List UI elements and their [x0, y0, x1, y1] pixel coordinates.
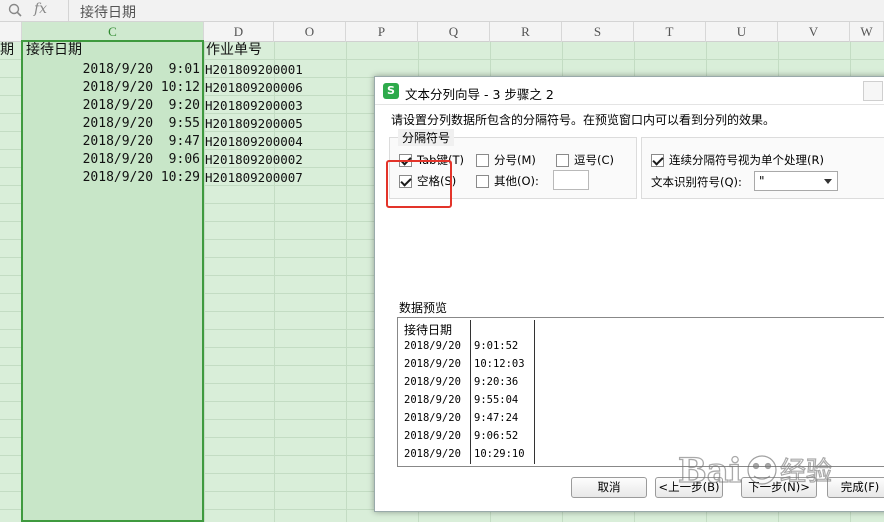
formula-bar: fx 接待日期	[0, 0, 884, 22]
column-header-b[interactable]	[0, 22, 22, 42]
preview-cell: 2018/9/20	[404, 448, 461, 460]
cell-id[interactable]: H201809200007	[205, 169, 303, 187]
preview-cell: 2018/9/20	[404, 358, 461, 370]
dialog-title: 文本分列向导 - 3 步骤之 2	[405, 87, 554, 102]
preview-cell: 2018/9/20	[404, 340, 461, 352]
cancel-button[interactable]: 取消	[571, 477, 647, 498]
comma-checkbox[interactable]: 逗号(C)	[556, 152, 614, 168]
column-header-w[interactable]: W	[850, 22, 884, 42]
cell-date[interactable]: 2018/9/20 10:12	[22, 79, 200, 97]
cell-id[interactable]: H201809200005	[205, 115, 303, 133]
preview-header: 接待日期	[404, 323, 453, 337]
preview-cell: 2018/9/20	[404, 412, 461, 424]
preview-column-divider	[534, 320, 535, 464]
preview-label: 数据预览	[399, 301, 448, 315]
cell-id[interactable]: H201809200001	[205, 61, 303, 79]
column-header-o[interactable]: O	[274, 22, 346, 42]
qualifier-label: 文本识别符号(Q):	[651, 175, 742, 189]
comma-label: 逗号(C)	[574, 153, 615, 167]
cell-d-header[interactable]: 作业单号	[206, 41, 262, 59]
cell-id[interactable]: H201809200002	[205, 151, 303, 169]
cell-date[interactable]: 2018/9/20 9:01	[22, 61, 200, 79]
column-header-u[interactable]: U	[706, 22, 778, 42]
column-header-s[interactable]: S	[562, 22, 634, 42]
grid-line	[346, 42, 347, 522]
preview-column-divider	[470, 320, 471, 464]
dialog-instruction: 请设置分列数据所包含的分隔符号。在预览窗口内可以看到分列的效果。	[391, 113, 776, 127]
preview-cell: 2018/9/20	[404, 376, 461, 388]
cell-id[interactable]: H201809200003	[205, 97, 303, 115]
checkbox-icon[interactable]	[476, 174, 489, 188]
other-label: 其他(O):	[494, 174, 539, 188]
column-header-d[interactable]: D	[204, 22, 274, 42]
preview-cell: 9:01:52	[474, 340, 519, 352]
column-header-r[interactable]: R	[490, 22, 562, 42]
cell-date[interactable]: 2018/9/20 10:29	[22, 169, 200, 187]
semicolon-label: 分号(M)	[494, 153, 536, 167]
checkbox-icon[interactable]	[556, 153, 569, 167]
column-header-row: C D O P Q R S T U V W	[0, 22, 884, 42]
formula-input[interactable]: 接待日期	[80, 2, 136, 22]
semicolon-checkbox[interactable]: 分号(M)	[476, 152, 536, 168]
cell-date[interactable]: 2018/9/20 9:20	[22, 97, 200, 115]
baidu-jingyan-watermark-logo: Bai 经验	[677, 450, 832, 491]
preview-cell: 9:47:24	[474, 412, 519, 424]
preview-cell: 9:20:36	[474, 376, 519, 388]
other-checkbox[interactable]: 其他(O):	[476, 173, 539, 189]
preview-cell: 9:06:52	[474, 430, 519, 442]
annotation-highlight-box	[386, 160, 452, 208]
cell-partial-header[interactable]: 期	[0, 41, 14, 59]
preview-cell: 2018/9/20	[404, 430, 461, 442]
other-delimiter-input[interactable]	[553, 170, 589, 190]
qualifier-value: "	[759, 174, 765, 188]
checkbox-checked-icon[interactable]	[651, 153, 664, 167]
dialog-titlebar[interactable]: S 文本分列向导 - 3 步骤之 2	[375, 77, 884, 105]
svg-text:经验: 经验	[780, 457, 832, 487]
column-header-v[interactable]: V	[778, 22, 850, 42]
column-header-c[interactable]: C	[22, 22, 204, 42]
zoom-icon[interactable]	[8, 3, 22, 17]
preview-cell: 9:55:04	[474, 394, 519, 406]
preview-cell: 10:12:03	[474, 358, 525, 370]
formula-bar-separator	[68, 0, 69, 22]
checkbox-icon[interactable]	[476, 153, 489, 167]
preview-cell: 10:29:10	[474, 448, 525, 460]
dialog-close-button[interactable]	[863, 81, 883, 101]
cell-date[interactable]: 2018/9/20 9:55	[22, 115, 200, 133]
cell-c-header[interactable]: 接待日期	[26, 41, 82, 59]
chevron-down-icon	[824, 179, 832, 184]
consecutive-label: 连续分隔符号视为单个处理(R)	[669, 153, 824, 167]
delimiter-group-title: 分隔符号	[398, 129, 455, 146]
preview-cell: 2018/9/20	[404, 394, 461, 406]
wps-app-icon: S	[383, 83, 399, 99]
cell-id[interactable]: H201809200006	[205, 79, 303, 97]
column-header-t[interactable]: T	[634, 22, 706, 42]
cell-date[interactable]: 2018/9/20 9:06	[22, 151, 200, 169]
column-header-q[interactable]: Q	[418, 22, 490, 42]
cell-date[interactable]: 2018/9/20 9:47	[22, 133, 200, 151]
svg-text:Bai: Bai	[678, 451, 742, 491]
cell-id[interactable]: H201809200004	[205, 133, 303, 151]
consecutive-checkbox[interactable]: 连续分隔符号视为单个处理(R)	[651, 152, 824, 168]
qualifier-select[interactable]: "	[754, 171, 838, 191]
column-header-p[interactable]: P	[346, 22, 418, 42]
fx-icon[interactable]: fx	[34, 1, 47, 17]
